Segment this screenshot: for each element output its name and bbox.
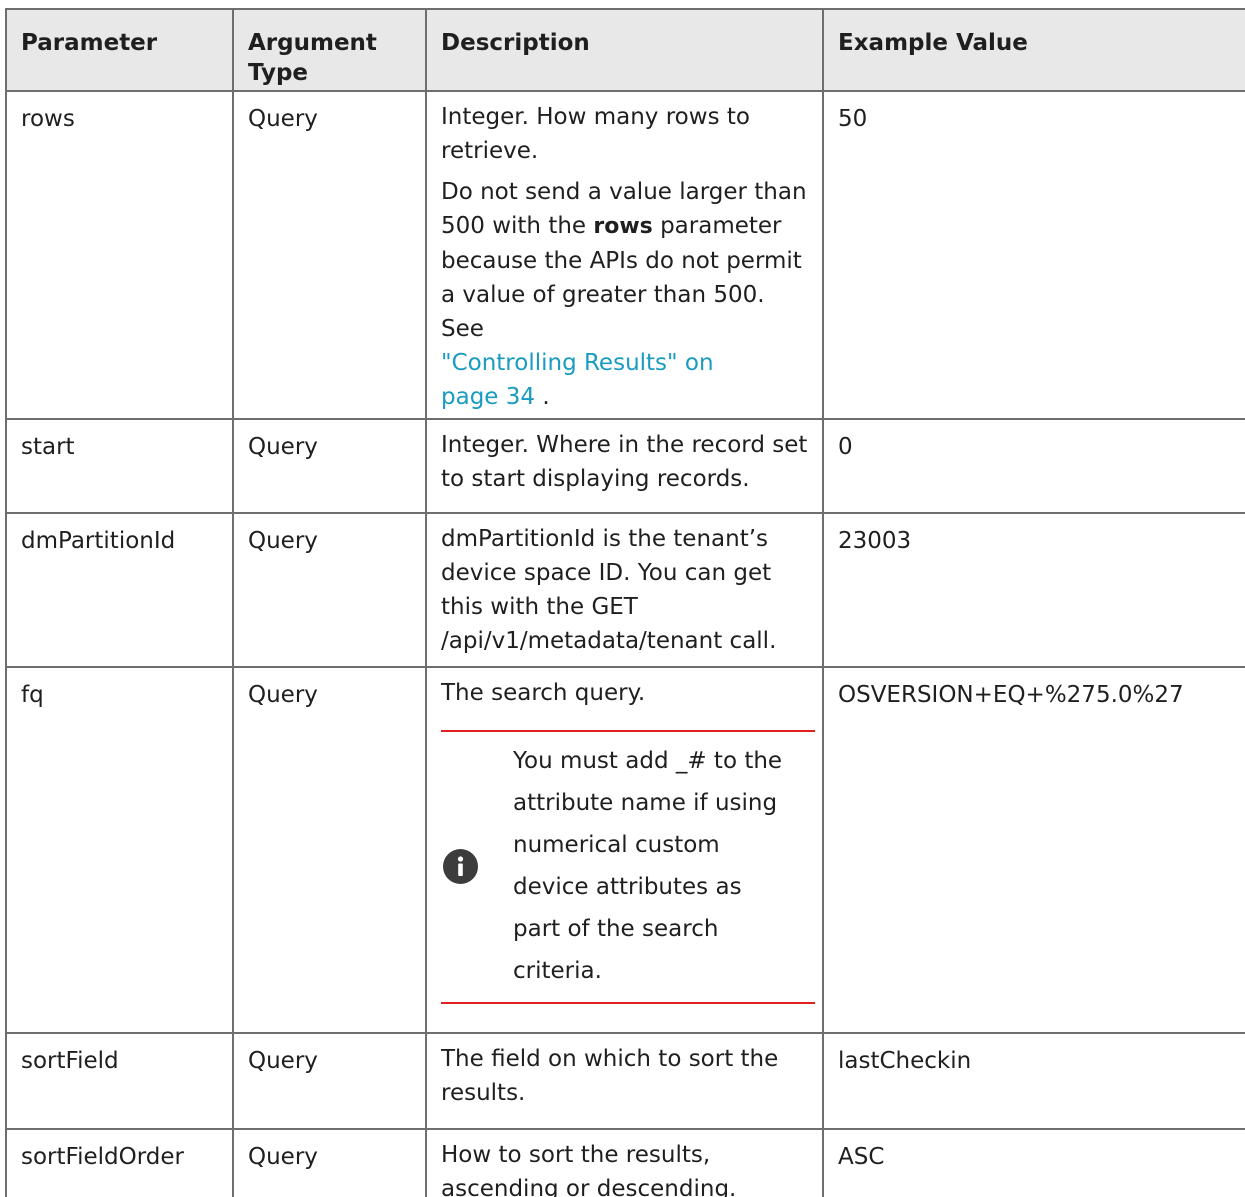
header-argument-type: Argument Type	[232, 8, 427, 92]
description-line: Integer. Where in the record set	[441, 432, 808, 458]
description-cell: Integer. Where in the record set to star…	[425, 418, 824, 514]
description-line: ascending or descending.	[441, 1176, 737, 1197]
example-value-cell: 0	[822, 418, 1245, 514]
note-line: attribute name if using	[513, 790, 778, 816]
note-line: part of the search	[513, 916, 719, 942]
table-header-row: Parameter Argument Type Description Exam…	[5, 8, 1245, 92]
example-value-cell: lastCheckin	[822, 1032, 1245, 1130]
parameter-cell: dmPartitionId	[5, 512, 234, 668]
bold-term: rows	[593, 214, 653, 239]
note-line: numerical custom	[513, 832, 720, 858]
info-icon	[443, 848, 478, 884]
description-cell: The search query. You must add _# to the…	[425, 666, 824, 1034]
description-line: page 34 .	[441, 380, 808, 414]
example-value-cell: 50	[822, 90, 1245, 420]
argument-type-cell: Query	[232, 90, 427, 420]
description-line: this with the GET	[441, 594, 638, 620]
header-example-value: Example Value	[822, 8, 1245, 92]
controlling-results-link[interactable]: "Controlling Results" on	[441, 346, 808, 380]
description-line: The field on which to sort the	[441, 1046, 779, 1072]
parameter-cell: sortField	[5, 1032, 234, 1130]
note-line: criteria.	[513, 958, 602, 984]
description-line: The search query.	[441, 680, 646, 706]
info-icon-glyph	[457, 855, 464, 876]
note-box: You must add _# to the attribute name if…	[441, 730, 815, 1004]
description-cell: How to sort the results, ascending or de…	[425, 1128, 824, 1197]
description-cell: The field on which to sort the results.	[425, 1032, 824, 1130]
note-icon-wrap	[441, 848, 513, 884]
description-line: dmPartitionId is the tenant’s	[441, 526, 769, 552]
parameter-cell: sortFieldOrder	[5, 1128, 234, 1197]
description-paragraph: Integer. How many rows to retrieve.	[441, 100, 808, 168]
table-row: sortField Query The field on which to so…	[5, 1032, 1245, 1130]
table-row: fq Query The search query. You must add …	[5, 666, 1245, 1034]
description-line: device space ID. You can get	[441, 560, 772, 586]
controlling-results-link[interactable]: page 34	[441, 384, 535, 410]
description-line: /api/v1/metadata/tenant call.	[441, 628, 777, 654]
header-argument-type-line: Type	[248, 60, 309, 86]
example-value-cell: ASC	[822, 1128, 1245, 1197]
note-line: device attributes as	[513, 874, 742, 900]
argument-type-cell: Query	[232, 1032, 427, 1130]
description-line: Do not send a value larger than	[441, 179, 807, 205]
parameter-cell: fq	[5, 666, 234, 1034]
example-value-cell: OSVERSION+EQ+%275.0%27	[822, 666, 1245, 1034]
note-line: You must add _# to the	[513, 748, 783, 774]
parameter-cell: rows	[5, 90, 234, 420]
argument-type-cell: Query	[232, 666, 427, 1034]
description-cell: dmPartitionId is the tenant’s device spa…	[425, 512, 824, 668]
table-row: start Query Integer. Where in the record…	[5, 418, 1245, 514]
parameter-cell: start	[5, 418, 234, 514]
header-parameter: Parameter	[5, 8, 234, 92]
argument-type-cell: Query	[232, 512, 427, 668]
table-row: sortFieldOrder Query How to sort the res…	[5, 1128, 1245, 1197]
description-line: How to sort the results,	[441, 1142, 711, 1168]
header-description: Description	[425, 8, 824, 92]
argument-type-cell: Query	[232, 418, 427, 514]
description-text: .	[535, 384, 550, 410]
example-value-cell: 23003	[822, 512, 1245, 668]
description-text: parameter	[652, 213, 782, 239]
description-cell: Integer. How many rows to retrieve. Do n…	[425, 90, 824, 420]
description-text: 500 with the	[441, 213, 594, 239]
table-row: dmPartitionId Query dmPartitionId is the…	[5, 512, 1245, 668]
description-paragraph: Do not send a value larger than 500 with…	[441, 175, 808, 414]
description-line: to start displaying records.	[441, 466, 750, 492]
description-line: a value of greater than 500. See	[441, 282, 765, 342]
note-text: You must add _# to the attribute name if…	[513, 740, 815, 992]
argument-type-cell: Query	[232, 1128, 427, 1197]
description-line: retrieve.	[441, 138, 539, 164]
header-argument-type-line: Argument	[248, 30, 377, 56]
parameters-table: Parameter Argument Type Description Exam…	[5, 8, 1245, 1197]
table-row: rows Query Integer. How many rows to ret…	[5, 90, 1245, 420]
description-line: because the APIs do not permit	[441, 248, 802, 274]
description-line: results.	[441, 1080, 526, 1106]
description-line: 500 with the rows parameter	[441, 209, 808, 244]
description-line: Integer. How many rows to	[441, 104, 750, 130]
